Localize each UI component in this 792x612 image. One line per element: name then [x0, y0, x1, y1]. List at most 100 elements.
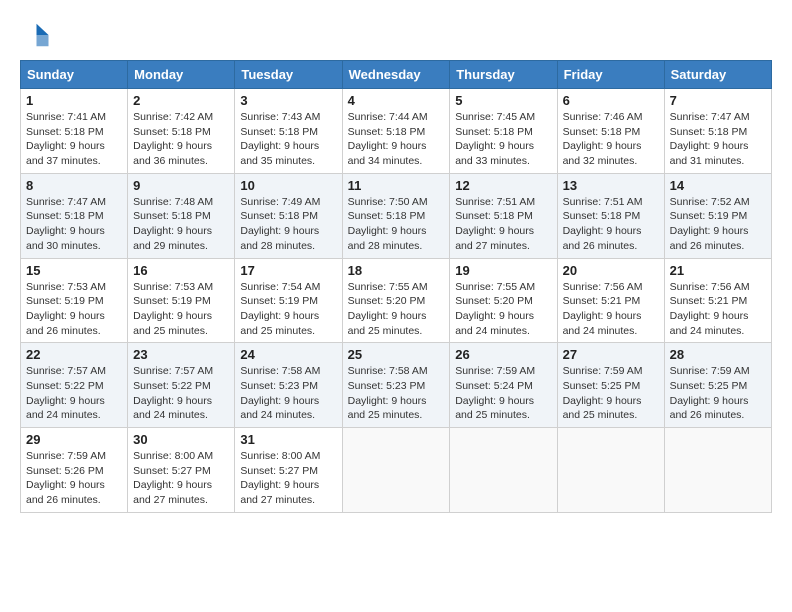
- day-info: Sunrise: 7:59 AM Sunset: 5:24 PM Dayligh…: [455, 364, 551, 423]
- calendar-cell: 26 Sunrise: 7:59 AM Sunset: 5:24 PM Dayl…: [450, 343, 557, 428]
- day-number: 27: [563, 347, 659, 362]
- logo: [20, 20, 54, 50]
- calendar-cell: 11 Sunrise: 7:50 AM Sunset: 5:18 PM Dayl…: [342, 173, 450, 258]
- day-info: Sunrise: 7:59 AM Sunset: 5:25 PM Dayligh…: [563, 364, 659, 423]
- day-info: Sunrise: 7:56 AM Sunset: 5:21 PM Dayligh…: [670, 280, 766, 339]
- calendar-week-row: 29 Sunrise: 7:59 AM Sunset: 5:26 PM Dayl…: [21, 428, 772, 513]
- day-number: 14: [670, 178, 766, 193]
- day-number: 8: [26, 178, 122, 193]
- day-number: 28: [670, 347, 766, 362]
- day-info: Sunrise: 7:43 AM Sunset: 5:18 PM Dayligh…: [240, 110, 336, 169]
- page-header: [20, 20, 772, 50]
- weekday-header: Sunday: [21, 61, 128, 89]
- day-info: Sunrise: 7:59 AM Sunset: 5:25 PM Dayligh…: [670, 364, 766, 423]
- weekday-header: Friday: [557, 61, 664, 89]
- day-info: Sunrise: 7:53 AM Sunset: 5:19 PM Dayligh…: [26, 280, 122, 339]
- calendar-cell: 9 Sunrise: 7:48 AM Sunset: 5:18 PM Dayli…: [128, 173, 235, 258]
- calendar-cell: 3 Sunrise: 7:43 AM Sunset: 5:18 PM Dayli…: [235, 89, 342, 174]
- day-number: 11: [348, 178, 445, 193]
- day-info: Sunrise: 7:42 AM Sunset: 5:18 PM Dayligh…: [133, 110, 229, 169]
- day-number: 5: [455, 93, 551, 108]
- calendar-cell: 21 Sunrise: 7:56 AM Sunset: 5:21 PM Dayl…: [664, 258, 771, 343]
- calendar-cell: 5 Sunrise: 7:45 AM Sunset: 5:18 PM Dayli…: [450, 89, 557, 174]
- calendar-cell: 31 Sunrise: 8:00 AM Sunset: 5:27 PM Dayl…: [235, 428, 342, 513]
- calendar-cell: 22 Sunrise: 7:57 AM Sunset: 5:22 PM Dayl…: [21, 343, 128, 428]
- calendar-cell: 18 Sunrise: 7:55 AM Sunset: 5:20 PM Dayl…: [342, 258, 450, 343]
- day-info: Sunrise: 7:48 AM Sunset: 5:18 PM Dayligh…: [133, 195, 229, 254]
- day-info: Sunrise: 7:45 AM Sunset: 5:18 PM Dayligh…: [455, 110, 551, 169]
- calendar-cell: 6 Sunrise: 7:46 AM Sunset: 5:18 PM Dayli…: [557, 89, 664, 174]
- day-number: 21: [670, 263, 766, 278]
- day-info: Sunrise: 7:52 AM Sunset: 5:19 PM Dayligh…: [670, 195, 766, 254]
- calendar-cell: [664, 428, 771, 513]
- day-number: 18: [348, 263, 445, 278]
- day-number: 31: [240, 432, 336, 447]
- day-info: Sunrise: 7:47 AM Sunset: 5:18 PM Dayligh…: [26, 195, 122, 254]
- day-number: 17: [240, 263, 336, 278]
- calendar-header-row: SundayMondayTuesdayWednesdayThursdayFrid…: [21, 61, 772, 89]
- day-number: 12: [455, 178, 551, 193]
- calendar-cell: 24 Sunrise: 7:58 AM Sunset: 5:23 PM Dayl…: [235, 343, 342, 428]
- day-info: Sunrise: 7:51 AM Sunset: 5:18 PM Dayligh…: [563, 195, 659, 254]
- day-info: Sunrise: 8:00 AM Sunset: 5:27 PM Dayligh…: [133, 449, 229, 508]
- day-info: Sunrise: 7:41 AM Sunset: 5:18 PM Dayligh…: [26, 110, 122, 169]
- calendar-week-row: 1 Sunrise: 7:41 AM Sunset: 5:18 PM Dayli…: [21, 89, 772, 174]
- calendar-cell: 17 Sunrise: 7:54 AM Sunset: 5:19 PM Dayl…: [235, 258, 342, 343]
- calendar-cell: 14 Sunrise: 7:52 AM Sunset: 5:19 PM Dayl…: [664, 173, 771, 258]
- day-number: 25: [348, 347, 445, 362]
- day-number: 23: [133, 347, 229, 362]
- day-info: Sunrise: 8:00 AM Sunset: 5:27 PM Dayligh…: [240, 449, 336, 508]
- calendar-cell: 13 Sunrise: 7:51 AM Sunset: 5:18 PM Dayl…: [557, 173, 664, 258]
- day-number: 3: [240, 93, 336, 108]
- day-number: 2: [133, 93, 229, 108]
- calendar-cell: 29 Sunrise: 7:59 AM Sunset: 5:26 PM Dayl…: [21, 428, 128, 513]
- day-info: Sunrise: 7:58 AM Sunset: 5:23 PM Dayligh…: [348, 364, 445, 423]
- calendar-cell: 25 Sunrise: 7:58 AM Sunset: 5:23 PM Dayl…: [342, 343, 450, 428]
- weekday-header: Tuesday: [235, 61, 342, 89]
- weekday-header: Wednesday: [342, 61, 450, 89]
- day-number: 13: [563, 178, 659, 193]
- day-info: Sunrise: 7:57 AM Sunset: 5:22 PM Dayligh…: [26, 364, 122, 423]
- calendar-cell: 10 Sunrise: 7:49 AM Sunset: 5:18 PM Dayl…: [235, 173, 342, 258]
- day-info: Sunrise: 7:59 AM Sunset: 5:26 PM Dayligh…: [26, 449, 122, 508]
- day-info: Sunrise: 7:44 AM Sunset: 5:18 PM Dayligh…: [348, 110, 445, 169]
- day-number: 7: [670, 93, 766, 108]
- day-number: 15: [26, 263, 122, 278]
- day-number: 10: [240, 178, 336, 193]
- calendar-cell: 4 Sunrise: 7:44 AM Sunset: 5:18 PM Dayli…: [342, 89, 450, 174]
- day-number: 9: [133, 178, 229, 193]
- day-number: 22: [26, 347, 122, 362]
- calendar-cell: 16 Sunrise: 7:53 AM Sunset: 5:19 PM Dayl…: [128, 258, 235, 343]
- day-number: 29: [26, 432, 122, 447]
- calendar-cell: 1 Sunrise: 7:41 AM Sunset: 5:18 PM Dayli…: [21, 89, 128, 174]
- day-number: 6: [563, 93, 659, 108]
- day-number: 26: [455, 347, 551, 362]
- day-info: Sunrise: 7:47 AM Sunset: 5:18 PM Dayligh…: [670, 110, 766, 169]
- calendar-cell: [342, 428, 450, 513]
- calendar-table: SundayMondayTuesdayWednesdayThursdayFrid…: [20, 60, 772, 513]
- calendar-cell: 23 Sunrise: 7:57 AM Sunset: 5:22 PM Dayl…: [128, 343, 235, 428]
- day-info: Sunrise: 7:56 AM Sunset: 5:21 PM Dayligh…: [563, 280, 659, 339]
- day-number: 19: [455, 263, 551, 278]
- calendar-cell: [557, 428, 664, 513]
- weekday-header: Monday: [128, 61, 235, 89]
- day-info: Sunrise: 7:49 AM Sunset: 5:18 PM Dayligh…: [240, 195, 336, 254]
- day-number: 30: [133, 432, 229, 447]
- calendar-cell: 2 Sunrise: 7:42 AM Sunset: 5:18 PM Dayli…: [128, 89, 235, 174]
- calendar-cell: 20 Sunrise: 7:56 AM Sunset: 5:21 PM Dayl…: [557, 258, 664, 343]
- day-info: Sunrise: 7:54 AM Sunset: 5:19 PM Dayligh…: [240, 280, 336, 339]
- day-number: 16: [133, 263, 229, 278]
- day-info: Sunrise: 7:55 AM Sunset: 5:20 PM Dayligh…: [348, 280, 445, 339]
- day-info: Sunrise: 7:46 AM Sunset: 5:18 PM Dayligh…: [563, 110, 659, 169]
- calendar-cell: 27 Sunrise: 7:59 AM Sunset: 5:25 PM Dayl…: [557, 343, 664, 428]
- calendar-cell: 30 Sunrise: 8:00 AM Sunset: 5:27 PM Dayl…: [128, 428, 235, 513]
- weekday-header: Saturday: [664, 61, 771, 89]
- day-number: 1: [26, 93, 122, 108]
- day-number: 24: [240, 347, 336, 362]
- calendar-week-row: 15 Sunrise: 7:53 AM Sunset: 5:19 PM Dayl…: [21, 258, 772, 343]
- calendar-cell: 28 Sunrise: 7:59 AM Sunset: 5:25 PM Dayl…: [664, 343, 771, 428]
- calendar-cell: 8 Sunrise: 7:47 AM Sunset: 5:18 PM Dayli…: [21, 173, 128, 258]
- calendar-cell: 12 Sunrise: 7:51 AM Sunset: 5:18 PM Dayl…: [450, 173, 557, 258]
- day-info: Sunrise: 7:51 AM Sunset: 5:18 PM Dayligh…: [455, 195, 551, 254]
- day-number: 4: [348, 93, 445, 108]
